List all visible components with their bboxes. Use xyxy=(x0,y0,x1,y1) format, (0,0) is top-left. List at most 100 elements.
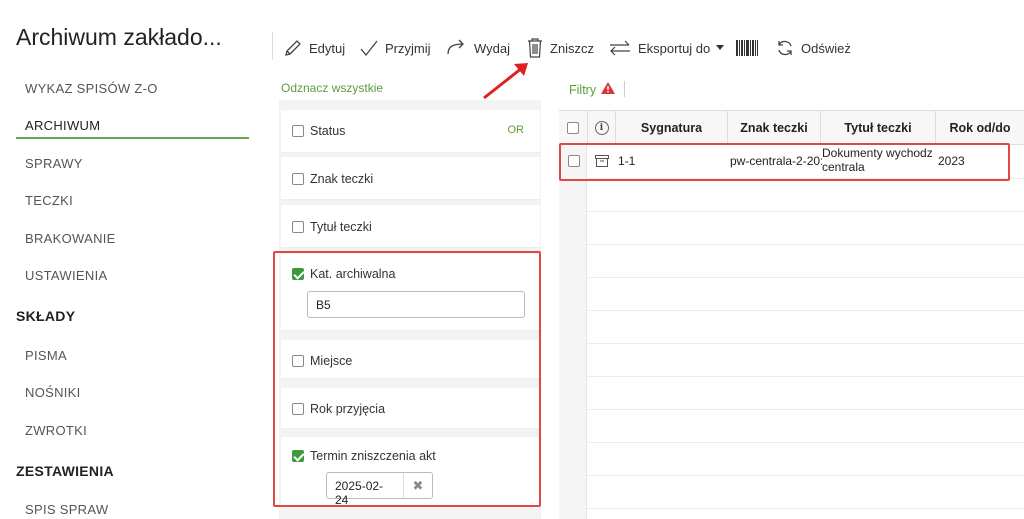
termin-date-value[interactable]: 2025-02-24 xyxy=(327,473,404,507)
filters-toggle[interactable]: Filtry xyxy=(569,82,616,97)
filter-miejsce-label: Miejsce xyxy=(310,354,353,368)
filter-status-label: Status xyxy=(310,124,346,138)
warning-icon xyxy=(601,82,616,97)
sidebar-item-teczki[interactable]: TECZKI xyxy=(25,193,73,208)
cell-sygnatura: 1-1 xyxy=(618,154,636,168)
filter-card-kat-archiwalna: Kat. archiwalna B5 xyxy=(281,254,540,331)
column-rok-od-do[interactable]: Rok od/do xyxy=(936,111,1024,144)
cell-tytul-teczki: Dokumenty wychodz centrala xyxy=(822,146,937,174)
accept-button[interactable]: Przyjmij xyxy=(359,36,431,60)
clear-date-icon[interactable]: ✖ xyxy=(404,473,432,498)
filter-card-miejsce: Miejsce xyxy=(281,340,540,379)
sidebar-active-indicator xyxy=(16,137,249,139)
destroy-label: Zniszcz xyxy=(550,40,595,56)
export-dropdown[interactable]: Eksportuj do xyxy=(608,36,725,60)
or-toggle[interactable]: OR xyxy=(508,124,525,136)
cell-tytul-line1: Dokumenty wychodz xyxy=(822,146,933,160)
column-znak-teczki[interactable]: Znak teczki xyxy=(728,111,821,144)
filter-tytul-label: Tytuł teczki xyxy=(310,220,372,234)
grid-row-divider xyxy=(587,178,1024,179)
filter-termin-label: Termin zniszczenia akt xyxy=(310,449,436,463)
filter-termin-row[interactable]: Termin zniszczenia akt xyxy=(292,449,436,463)
grid-row-divider xyxy=(587,244,1024,245)
archive-box-icon xyxy=(595,154,609,172)
grid-row-divider xyxy=(587,277,1024,278)
sidebar-item-nosniki[interactable]: NOŚNIKI xyxy=(25,385,81,400)
accept-label: Przyjmij xyxy=(385,40,431,56)
grid-header: i Sygnatura Znak teczki Tytuł teczki Rok… xyxy=(559,110,1024,145)
cell-tytul-line2: centrala xyxy=(822,160,865,174)
filter-kat-checkbox[interactable] xyxy=(292,268,304,280)
filter-rok-checkbox[interactable] xyxy=(292,403,304,415)
grid-row-divider xyxy=(587,343,1024,344)
filter-rok-row[interactable]: Rok przyjęcia xyxy=(292,402,385,416)
header-select-all-checkbox[interactable] xyxy=(567,121,579,134)
grid-row-divider xyxy=(587,508,1024,509)
barcode-button[interactable] xyxy=(736,36,758,60)
filter-card-tytul-teczki: Tytuł teczki xyxy=(281,205,540,248)
caret-down-icon xyxy=(716,45,725,51)
filter-tytul-row[interactable]: Tytuł teczki xyxy=(292,220,372,234)
sidebar-item-archiwum[interactable]: ARCHIWUM xyxy=(25,118,100,133)
edit-label: Edytuj xyxy=(309,40,346,56)
filter-tytul-checkbox[interactable] xyxy=(292,221,304,233)
filter-status-checkbox[interactable] xyxy=(292,125,304,137)
filter-znak-row[interactable]: Znak teczki xyxy=(292,172,373,186)
filter-znak-checkbox[interactable] xyxy=(292,173,304,185)
kat-archiwalna-input[interactable]: B5 xyxy=(307,291,525,318)
issue-button[interactable]: Wydaj xyxy=(446,36,510,60)
sidebar-item-ustawienia[interactable]: USTAWIENIA xyxy=(25,268,107,283)
grid-row-divider xyxy=(587,310,1024,311)
filter-card-termin-zniszczenia: Termin zniszczenia akt 2025-02-24 ✖ xyxy=(281,437,540,507)
termin-date-field[interactable]: 2025-02-24 ✖ xyxy=(326,472,433,507)
header-select-all[interactable] xyxy=(559,111,588,144)
filter-znak-label: Znak teczki xyxy=(310,172,374,186)
sidebar-item-pisma[interactable]: PISMA xyxy=(25,348,67,363)
row-checkbox[interactable] xyxy=(568,155,580,167)
refresh-icon xyxy=(775,38,795,58)
info-icon: i xyxy=(594,120,609,135)
filter-status-row[interactable]: Status xyxy=(292,124,345,138)
app-root: Archiwum zakłado... WYKAZ SPISÓW Z-O ARC… xyxy=(0,0,1024,519)
grid-row-divider xyxy=(587,409,1024,410)
deselect-all-link[interactable]: Odznacz wszystkie xyxy=(281,81,383,95)
grid-row-divider xyxy=(587,211,1024,212)
barcode-icon xyxy=(736,39,758,57)
data-grid xyxy=(559,110,1024,519)
filter-miejsce-checkbox[interactable] xyxy=(292,355,304,367)
destroy-button[interactable]: Zniszcz xyxy=(526,36,594,60)
column-sygnatura[interactable]: Sygnatura xyxy=(616,111,728,144)
sidebar-section-sklady: SKŁADY xyxy=(16,308,76,324)
app-title: Archiwum zakłado... xyxy=(16,24,222,50)
header-info: i xyxy=(588,111,616,144)
forward-arrow-icon xyxy=(446,38,468,58)
cell-rok: 2023 xyxy=(938,154,965,168)
sidebar-section-zestawienia: ZESTAWIENIA xyxy=(16,463,114,479)
filter-rok-label: Rok przyjęcia xyxy=(310,402,386,416)
sidebar-item-zwrotki[interactable]: ZWROTKI xyxy=(25,423,87,438)
grid-row-selector-strip xyxy=(559,145,587,519)
filters-separator xyxy=(624,81,625,97)
refresh-button[interactable]: Odśwież xyxy=(775,36,851,60)
pencil-icon xyxy=(283,38,303,58)
toolbar-separator xyxy=(272,32,273,60)
swap-arrows-icon xyxy=(608,38,632,58)
check-icon xyxy=(359,38,379,58)
grid-row-divider xyxy=(587,376,1024,377)
sidebar-item-spis-spraw[interactable]: SPIS SPRAW xyxy=(25,502,108,517)
filter-card-znak-teczki: Znak teczki xyxy=(281,157,540,200)
filter-kat-row[interactable]: Kat. archiwalna xyxy=(292,267,395,281)
grid-row-divider xyxy=(587,442,1024,443)
sidebar-item-brakowanie[interactable]: BRAKOWANIE xyxy=(25,231,116,246)
filter-miejsce-row[interactable]: Miejsce xyxy=(292,354,352,368)
issue-label: Wydaj xyxy=(474,40,511,56)
annotation-arrow xyxy=(483,63,528,100)
column-tytul-teczki[interactable]: Tytuł teczki xyxy=(821,111,936,144)
edit-button[interactable]: Edytuj xyxy=(283,36,345,60)
filter-kat-label: Kat. archiwalna xyxy=(310,267,396,281)
filter-card-status: Status OR xyxy=(281,110,540,153)
grid-row-divider xyxy=(587,475,1024,476)
sidebar-item-wykaz-spisow[interactable]: WYKAZ SPISÓW Z-O xyxy=(25,81,158,96)
filter-termin-checkbox[interactable] xyxy=(292,450,304,462)
sidebar-item-sprawy[interactable]: SPRAWY xyxy=(25,156,83,171)
